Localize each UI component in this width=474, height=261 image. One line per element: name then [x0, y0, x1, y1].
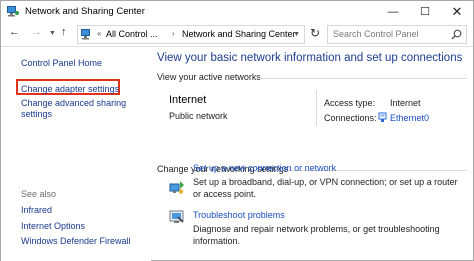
internet-options-link[interactable]: Internet Options	[21, 221, 85, 232]
breadcrumb-separator[interactable]: ›	[172, 29, 175, 38]
setup-connection-description: Set up a broadband, dial-up, or VPN conn…	[193, 177, 458, 199]
search-icon[interactable]	[451, 29, 462, 40]
main-pane: View your basic network information and …	[151, 48, 473, 261]
control-panel-home-link[interactable]: Control Panel Home	[21, 58, 102, 69]
navigation-bar: ← → ▼ ↑ « All Control ... › Network and …	[1, 23, 473, 47]
ethernet-icon	[378, 112, 387, 122]
back-arrow-icon[interactable]: ←	[9, 26, 20, 38]
refresh-icon[interactable]: ↻	[310, 26, 320, 40]
connections-label: Connections:	[324, 113, 377, 123]
search-box[interactable]: Search Control Panel	[327, 25, 467, 44]
maximize-button[interactable]: ☐	[409, 1, 441, 23]
close-button[interactable]: ✕	[441, 1, 473, 23]
new-connection-icon	[169, 181, 184, 194]
left-pane: Control Panel Home Change adapter settin…	[1, 48, 151, 261]
network-category: Public network	[169, 111, 228, 121]
troubleshoot-icon	[169, 210, 184, 223]
troubleshoot-description: Diagnose and repair network problems, or…	[193, 224, 440, 246]
troubleshoot-problems-link[interactable]: Troubleshoot problems	[193, 210, 285, 220]
up-arrow-icon[interactable]: ↑	[61, 26, 67, 38]
search-placeholder: Search Control Panel	[333, 29, 419, 39]
active-networks-heading: View your active networks	[157, 72, 261, 82]
network-center-icon	[7, 6, 19, 17]
section-divider	[255, 78, 467, 79]
network-name: Internet	[169, 94, 207, 106]
access-type-label: Access type:	[324, 98, 376, 108]
minimize-button[interactable]: —	[377, 1, 409, 23]
window-title: Network and Sharing Center	[25, 6, 145, 17]
infrared-link[interactable]: Infrared	[21, 205, 52, 216]
window: Network and Sharing Center — ☐ ✕ ← → ▼ ↑…	[0, 0, 474, 261]
address-dropdown-chevron-icon[interactable]: ▼	[293, 31, 300, 38]
see-also-heading: See also	[21, 189, 57, 199]
ethernet-connection-link[interactable]: Ethernet0	[390, 113, 429, 123]
address-bar[interactable]: « All Control ... › Network and Sharing …	[77, 25, 305, 44]
page-title: View your basic network information and …	[157, 52, 463, 64]
setup-connection-link[interactable]: Set up a new connection or network	[193, 163, 336, 173]
windows-defender-firewall-link[interactable]: Windows Defender Firewall	[21, 236, 131, 247]
breadcrumb-overflow[interactable]: «	[97, 29, 101, 38]
vertical-divider	[316, 90, 317, 126]
title-bar[interactable]: Network and Sharing Center — ☐ ✕	[1, 1, 473, 23]
network-center-icon	[81, 29, 90, 40]
breadcrumb-all-control-panel[interactable]: All Control ...	[106, 29, 158, 39]
recent-locations-chevron-icon[interactable]: ▼	[49, 30, 56, 37]
change-adapter-settings-link[interactable]: Change adapter settings	[21, 84, 119, 95]
breadcrumb-network-sharing[interactable]: Network and Sharing Center	[182, 29, 296, 39]
change-advanced-sharing-link[interactable]: Change advanced sharing settings	[21, 98, 131, 120]
forward-arrow-icon[interactable]: →	[31, 26, 42, 38]
access-type-value: Internet	[390, 98, 421, 108]
